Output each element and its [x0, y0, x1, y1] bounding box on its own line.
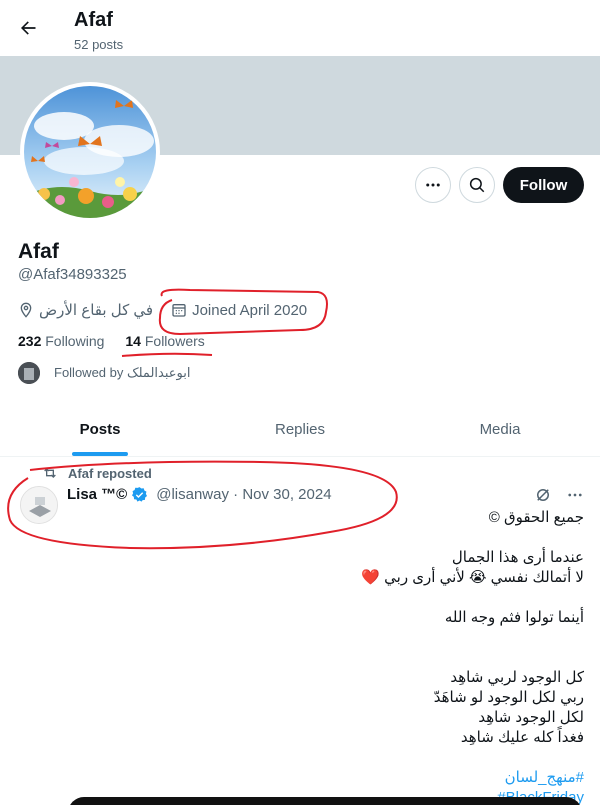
profile-display-name: Afaf [18, 240, 59, 263]
post-text: جميع الحقوق © عندما أرى هذا الجمال لا أت… [64, 508, 584, 805]
profile-tabs: Posts Replies Media [0, 403, 600, 457]
post-header: Lisa ™© @lisanway · Nov 30, 2024 [67, 486, 332, 503]
repost-label: Afaf reposted [68, 465, 152, 481]
post-line: فغداً كله عليك شاهِد [460, 729, 584, 746]
location-text: في كل بقاع الأرض [39, 302, 154, 319]
more-dots-icon [426, 183, 440, 187]
grok-icon[interactable] [534, 486, 552, 504]
joined-text: Joined April 2020 [192, 301, 308, 319]
location-pin-icon [20, 302, 32, 318]
profile-handle: @Afaf34893325 [18, 266, 127, 283]
calendar-icon [172, 304, 186, 317]
followed-by[interactable]: Followed by ابوعبدالملک [18, 362, 190, 384]
post-handle-date[interactable]: @lisanway · Nov 30, 2024 [156, 486, 331, 503]
more-options-button[interactable] [415, 167, 451, 203]
follow-button[interactable]: Follow [503, 167, 584, 203]
verified-badge-icon [132, 487, 148, 502]
post-author-name[interactable]: Lisa ™© [67, 486, 127, 503]
header-posts-count: 52 posts [74, 37, 124, 52]
header-title: Afaf [74, 9, 113, 31]
joined-item: Joined April 2020 [171, 302, 307, 319]
tab-replies[interactable]: Replies [200, 403, 400, 456]
tab-media[interactable]: Media [400, 403, 600, 456]
follow-counts: 232 Following 14 Followers [18, 333, 205, 349]
search-icon [469, 177, 485, 193]
search-profile-button[interactable] [459, 167, 495, 203]
repost-icon [44, 468, 56, 478]
following-link[interactable]: 232 Following [18, 333, 104, 349]
location-item: في كل بقاع الأرض [18, 301, 153, 319]
followed-by-text: Followed by ابوعبدالملک [54, 365, 191, 380]
post-media[interactable] [68, 797, 582, 805]
active-tab-indicator [72, 452, 128, 456]
post-author-avatar[interactable] [20, 486, 58, 524]
repost-indicator: Afaf reposted [42, 465, 152, 481]
hashtag-link[interactable]: #منهج_لسان [64, 768, 584, 788]
follower-avatar [18, 362, 40, 384]
post-tools [534, 486, 584, 504]
post-line: جميع الحقوق © [488, 509, 584, 526]
post-line: ربي لكل الوجود لو شاهَدّ [433, 689, 584, 706]
post-line: لا أتمالك نفسي 😭 لأني أرى ربي ❤️ [361, 569, 584, 586]
profile-header: Afaf 52 posts [0, 0, 600, 56]
followers-link[interactable]: 14 Followers [125, 333, 204, 349]
profile-meta: في كل بقاع الأرض Joined April 2020 [18, 298, 325, 322]
post-line: كل الوجود لربي شاهِد [450, 669, 584, 686]
tab-posts[interactable]: Posts [0, 403, 200, 456]
post-line: أينما تولوا فثم وجه الله [444, 609, 584, 626]
back-arrow-icon[interactable] [14, 14, 42, 42]
post-line: عندما أرى هذا الجمال [451, 549, 584, 566]
post-line: لكل الوجود شاهِد [478, 709, 584, 726]
post-more-icon[interactable] [566, 486, 584, 504]
profile-avatar[interactable] [20, 82, 160, 222]
